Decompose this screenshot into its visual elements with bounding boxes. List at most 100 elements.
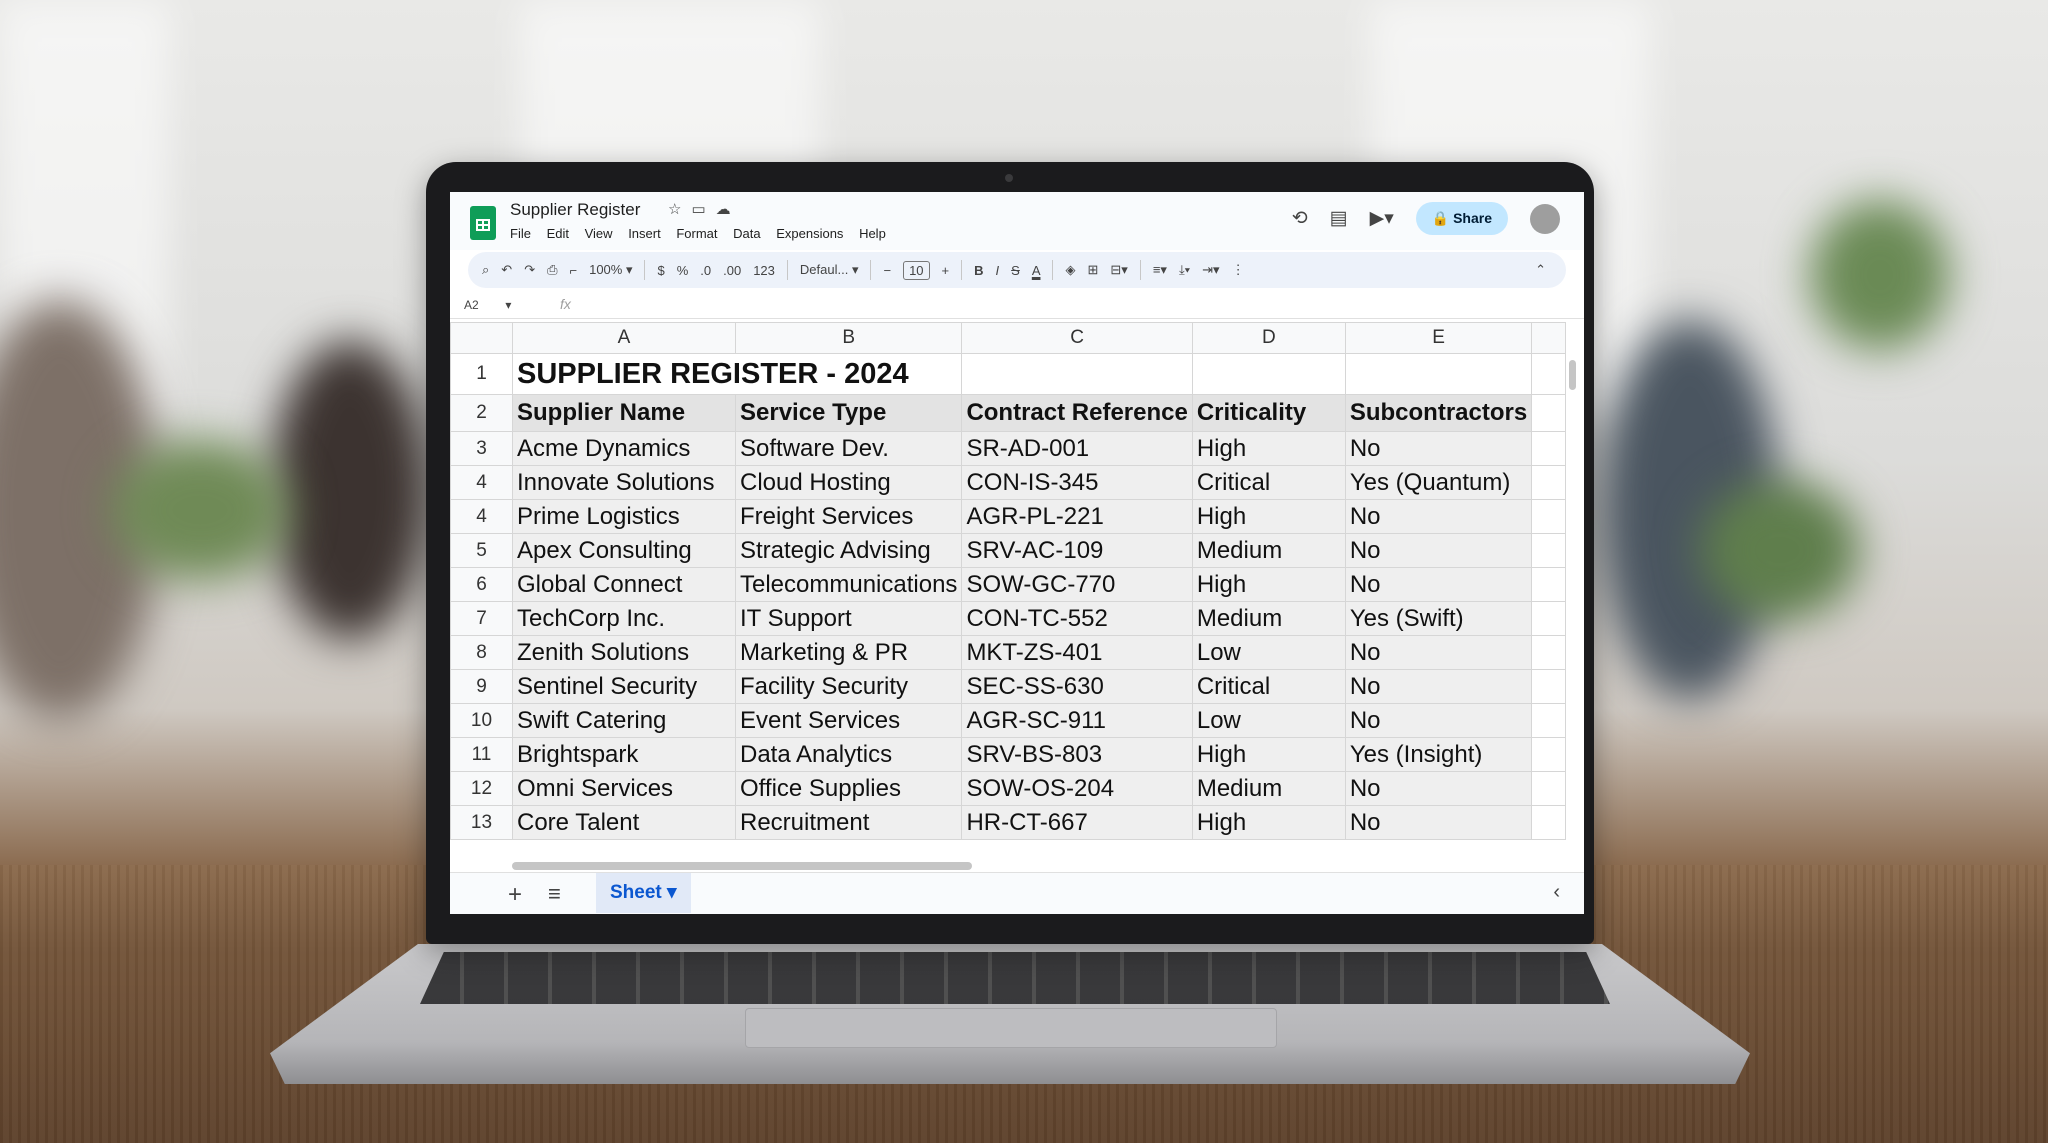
- text-color-button[interactable]: A: [1032, 263, 1041, 278]
- cell-criticality[interactable]: High: [1191, 805, 1346, 840]
- column-header-b[interactable]: B: [734, 322, 963, 354]
- cell[interactable]: [1531, 533, 1567, 568]
- row-header[interactable]: 4: [450, 499, 513, 534]
- number-format-button[interactable]: 123: [753, 263, 775, 278]
- cell-service-type[interactable]: Data Analytics: [734, 737, 963, 772]
- cell-service-type[interactable]: Telecommunications: [734, 567, 963, 602]
- all-sheets-icon[interactable]: ≡: [548, 881, 561, 907]
- font-size-decrease-icon[interactable]: −: [883, 263, 891, 278]
- cell-criticality[interactable]: High: [1191, 431, 1346, 466]
- select-all-corner[interactable]: [450, 322, 513, 354]
- cloud-icon[interactable]: ☁: [716, 201, 741, 218]
- cell[interactable]: [1531, 737, 1567, 772]
- cell[interactable]: [1531, 805, 1567, 840]
- cell-criticality[interactable]: Low: [1191, 703, 1346, 738]
- row-header[interactable]: 4: [450, 465, 513, 500]
- cell-criticality[interactable]: Medium: [1191, 771, 1346, 806]
- name-box[interactable]: A2 ▾: [464, 298, 511, 312]
- menu-data[interactable]: Data: [733, 226, 760, 241]
- cell-supplier-name[interactable]: Omni Services: [512, 771, 736, 806]
- menu-insert[interactable]: Insert: [628, 226, 661, 241]
- fill-color-icon[interactable]: ◈: [1065, 262, 1075, 278]
- column-header-f[interactable]: [1531, 322, 1567, 354]
- cell-subcontractors[interactable]: Yes (Quantum): [1344, 465, 1533, 500]
- cell-supplier-name[interactable]: Zenith Solutions: [512, 635, 736, 670]
- row-header[interactable]: 7: [450, 601, 513, 636]
- cell[interactable]: [1531, 601, 1567, 636]
- cell-supplier-name[interactable]: TechCorp Inc.: [512, 601, 736, 636]
- cell-service-type[interactable]: Recruitment: [734, 805, 963, 840]
- header-cell-service-type[interactable]: Service Type: [734, 394, 963, 432]
- cell-supplier-name[interactable]: Prime Logistics: [512, 499, 736, 534]
- cell-contract-reference[interactable]: AGR-SC-911: [961, 703, 1193, 738]
- cell-contract-reference[interactable]: SR-AD-001: [961, 431, 1193, 466]
- row-header[interactable]: 11: [450, 737, 513, 772]
- column-header-e[interactable]: E: [1344, 322, 1533, 354]
- vertical-align-icon[interactable]: ⤓▾: [1179, 262, 1190, 278]
- cell[interactable]: [1531, 394, 1567, 432]
- align-icon[interactable]: ≡▾: [1153, 262, 1167, 278]
- cell-service-type[interactable]: Freight Services: [734, 499, 963, 534]
- cell[interactable]: [1531, 669, 1567, 704]
- cell-subcontractors[interactable]: No: [1344, 635, 1533, 670]
- header-cell-criticality[interactable]: Criticality: [1191, 394, 1346, 432]
- add-sheet-icon[interactable]: +: [508, 881, 522, 909]
- font-size-increase-icon[interactable]: +: [942, 263, 950, 278]
- cell[interactable]: [1531, 465, 1567, 500]
- cell[interactable]: [1531, 499, 1567, 534]
- chevron-left-icon[interactable]: ‹: [1553, 881, 1560, 904]
- cell-subcontractors[interactable]: No: [1344, 499, 1533, 534]
- cell[interactable]: [1531, 431, 1567, 466]
- cell-contract-reference[interactable]: SOW-GC-770: [961, 567, 1193, 602]
- cell-service-type[interactable]: Facility Security: [734, 669, 963, 704]
- cell-criticality[interactable]: Critical: [1191, 669, 1346, 704]
- cell-service-type[interactable]: Event Services: [734, 703, 963, 738]
- cell-supplier-name[interactable]: Global Connect: [512, 567, 736, 602]
- chevron-up-icon[interactable]: ⌃: [1535, 262, 1546, 278]
- cell-subcontractors[interactable]: Yes (Insight): [1344, 737, 1533, 772]
- percent-button[interactable]: %: [677, 263, 689, 278]
- cell-contract-reference[interactable]: CON-IS-345: [961, 465, 1193, 500]
- row-header[interactable]: 9: [450, 669, 513, 704]
- font-select[interactable]: Defaul... ▾: [800, 262, 859, 278]
- row-header[interactable]: 2: [450, 394, 513, 432]
- row-header[interactable]: 3: [450, 431, 513, 466]
- text-wrap-icon[interactable]: ⇥▾: [1202, 262, 1219, 278]
- header-cell-subcontractors[interactable]: Subcontractors: [1344, 394, 1533, 432]
- cell[interactable]: [1531, 567, 1567, 602]
- cell-service-type[interactable]: Office Supplies: [734, 771, 963, 806]
- document-title[interactable]: Supplier Register: [510, 200, 640, 220]
- cell-service-type[interactable]: Marketing & PR: [734, 635, 963, 670]
- redo-icon[interactable]: ↷: [524, 262, 535, 278]
- cell-criticality[interactable]: Medium: [1191, 601, 1346, 636]
- cell-subcontractors[interactable]: Yes (Swift): [1344, 601, 1533, 636]
- header-cell-contract-reference[interactable]: Contract Reference: [961, 394, 1193, 432]
- share-button[interactable]: 🔒 Share: [1415, 202, 1508, 235]
- row-header[interactable]: 8: [450, 635, 513, 670]
- cell-subcontractors[interactable]: No: [1344, 431, 1533, 466]
- cell[interactable]: [961, 353, 1193, 395]
- cell-subcontractors[interactable]: No: [1344, 805, 1533, 840]
- cell[interactable]: [1531, 353, 1567, 395]
- italic-button[interactable]: I: [996, 263, 1000, 278]
- cell[interactable]: [1531, 635, 1567, 670]
- menu-edit[interactable]: Edit: [547, 226, 569, 241]
- cell-criticality[interactable]: High: [1191, 499, 1346, 534]
- meet-icon[interactable]: ▶▾: [1370, 207, 1394, 230]
- header-cell-supplier-name[interactable]: Supplier Name: [512, 394, 736, 432]
- undo-icon[interactable]: ↶: [501, 262, 512, 278]
- cell-contract-reference[interactable]: SRV-AC-109: [961, 533, 1193, 568]
- cell-supplier-name[interactable]: Brightspark: [512, 737, 736, 772]
- cell-contract-reference[interactable]: SEC-SS-630: [961, 669, 1193, 704]
- cell-contract-reference[interactable]: SOW-OS-204: [961, 771, 1193, 806]
- star-icon[interactable]: ☆: [668, 201, 691, 218]
- cell-contract-reference[interactable]: SRV-BS-803: [961, 737, 1193, 772]
- column-header-c[interactable]: C: [961, 322, 1193, 354]
- merge-cells-icon[interactable]: ⊟▾: [1110, 262, 1127, 278]
- cell-criticality[interactable]: Medium: [1191, 533, 1346, 568]
- strikethrough-button[interactable]: S: [1011, 263, 1020, 278]
- borders-icon[interactable]: ⊞: [1087, 262, 1098, 278]
- cell-supplier-name[interactable]: Acme Dynamics: [512, 431, 736, 466]
- history-icon[interactable]: ⟲: [1292, 207, 1308, 230]
- sheet-tab[interactable]: Sheet ▾: [596, 873, 691, 913]
